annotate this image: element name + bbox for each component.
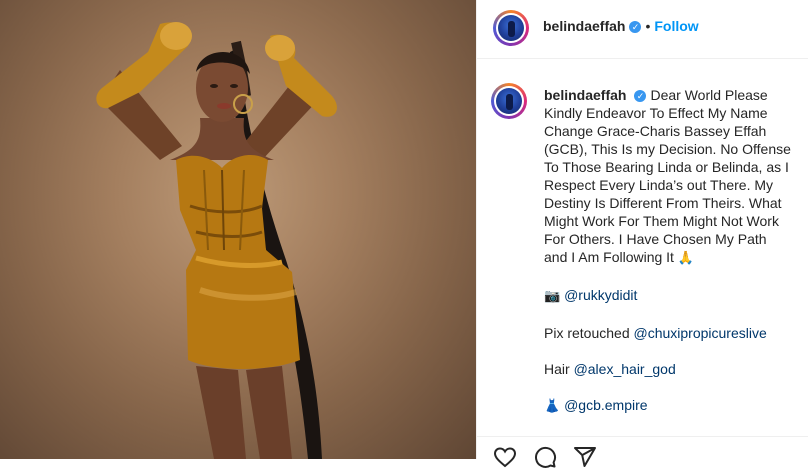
caption-text: Dear World Please Kindly Endeavor To Eff… (544, 87, 791, 265)
heart-icon[interactable] (493, 445, 517, 469)
header-username[interactable]: belindaeffah (543, 18, 625, 34)
separator-dot: • (645, 18, 651, 34)
verified-badge-icon: ✓ (634, 90, 647, 102)
photo-credit: 📷 @rukkydidit (544, 286, 792, 306)
camera-emoji: 📷 (544, 289, 561, 304)
share-icon[interactable] (573, 445, 597, 469)
comments-area[interactable]: belindaeffah ✓ Dear World Please Kindly En… (477, 59, 808, 437)
comment-icon[interactable] (533, 445, 557, 469)
header-user: belindaeffah ✓ • Follow (543, 18, 699, 36)
hair-text: Hair (544, 361, 570, 377)
caption-avatar[interactable] (491, 83, 527, 119)
verified-badge-icon: ✓ (629, 21, 642, 33)
mention-link[interactable]: @chuxipropicureslive (634, 325, 767, 341)
profile-avatar[interactable] (493, 10, 529, 46)
follow-button[interactable]: Follow (654, 18, 698, 34)
dress-emoji: 👗 (544, 399, 561, 414)
hair-credit: Hair @alex_hair_god (544, 360, 792, 378)
mention-link[interactable]: @rukkydidit (564, 287, 637, 303)
dress-credit: 👗 @gcb.empire (544, 396, 792, 416)
instagram-post-modal: belindaeffah ✓ • Follow belindaeffah ✓ Dear W… (0, 0, 808, 468)
mention-link[interactable]: @gcb.empire (564, 397, 647, 413)
post-actions-bar (477, 436, 808, 468)
caption-text-block: belindaeffah ✓ Dear World Please Kindly En… (544, 86, 792, 268)
post-photo-illustration (96, 22, 337, 459)
post-header: belindaeffah ✓ • Follow (477, 0, 808, 59)
post-photo[interactable] (0, 0, 476, 459)
post-caption: belindaeffah ✓ Dear World Please Kindly En… (544, 86, 792, 416)
mention-link[interactable]: @alex_hair_god (574, 361, 676, 377)
retouch-text: Pix retouched (544, 325, 630, 341)
pray-emoji: 🙏 (677, 251, 695, 266)
caption-username[interactable]: belindaeffah (544, 87, 626, 103)
post-side-panel: belindaeffah ✓ • Follow belindaeffah ✓ Dear W… (476, 0, 808, 468)
retouch-credit: Pix retouched @chuxipropicureslive (544, 324, 792, 342)
